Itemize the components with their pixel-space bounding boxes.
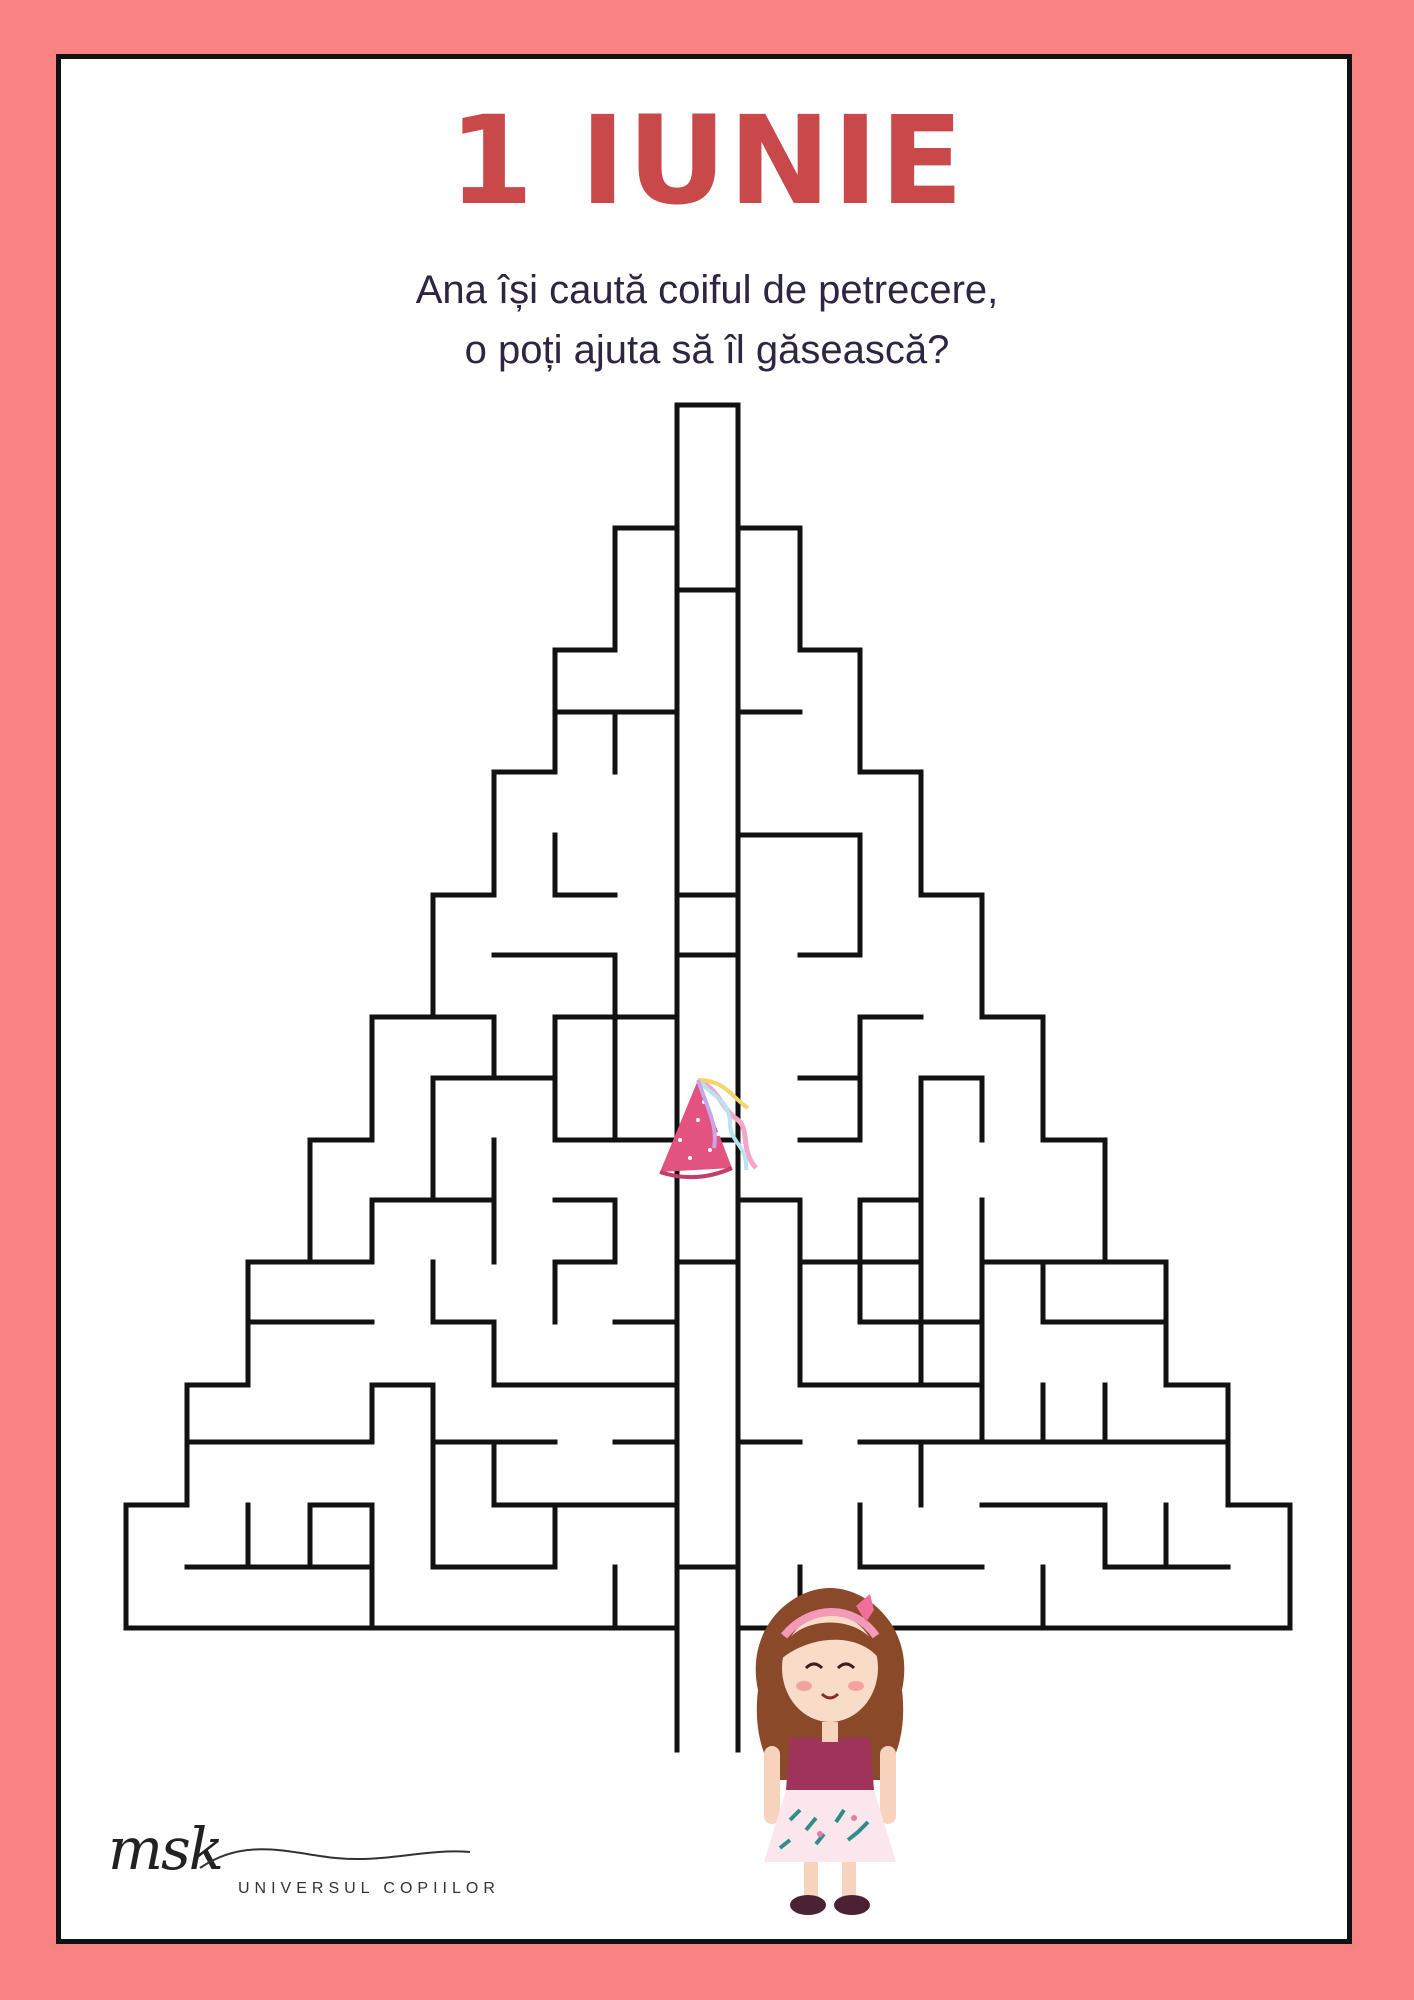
worksheet-page: 1 IUNIE Ana își caută coiful de petrecer…: [0, 0, 1414, 2000]
logo-text: UNIVERSUL COPIILOR: [238, 1880, 500, 1897]
logo-swoosh: [199, 1848, 471, 1869]
